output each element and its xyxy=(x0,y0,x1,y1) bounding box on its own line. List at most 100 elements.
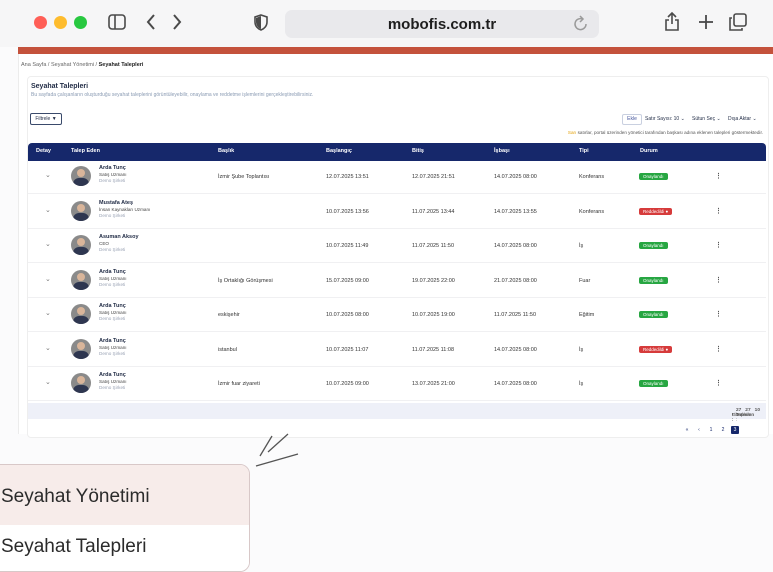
prev-page-button[interactable]: ‹ xyxy=(695,426,703,434)
first-page-button[interactable]: « xyxy=(683,426,691,434)
maximize-window-button[interactable] xyxy=(74,16,87,29)
expand-chevron-icon[interactable]: ⌄ xyxy=(45,309,51,317)
page-3-button[interactable]: 3 xyxy=(731,426,739,434)
requester-company: Demo Şirketi xyxy=(99,316,126,321)
col-requester[interactable]: Talep Eden xyxy=(71,148,100,154)
requester-role: Satış Uzmanı xyxy=(99,275,127,281)
cell-start: 15.07.2025 09:00 xyxy=(326,277,369,284)
row-actions-icon[interactable]: ⋮ xyxy=(715,276,722,284)
avatar xyxy=(71,373,91,393)
page-title: Seyahat Talepleri xyxy=(31,83,89,90)
col-return[interactable]: İşbaşı xyxy=(494,148,510,154)
requester-role: Satış Uzmanı xyxy=(99,172,127,177)
requester-name: Mustafa Ateş xyxy=(99,199,134,206)
app-content: Ana Sayfa / Seyahat Yönetimi / Seyahat T… xyxy=(18,54,773,438)
reload-icon[interactable] xyxy=(573,15,589,36)
cell-end: 11.07.2025 11:08 xyxy=(412,346,455,353)
row-actions-icon[interactable]: ⋮ xyxy=(715,379,722,387)
export-dropdown[interactable]: Dışa Aktar ⌄ xyxy=(728,116,757,122)
table-footer: Toplam : 27 Filtrelenen : 27 Gösterilen … xyxy=(28,403,766,423)
requester-role: Satış Uzmanı xyxy=(99,379,127,384)
note-text: satırlar, portal üzerinden yönetici tara… xyxy=(576,130,763,135)
new-tab-icon[interactable] xyxy=(698,14,714,33)
menu-item-travel-requests[interactable]: Seyahat Talepleri xyxy=(0,525,249,571)
browser-toolbar: mobofis.com.tr xyxy=(0,0,773,47)
filter-icon: ▼ xyxy=(51,116,57,122)
status-text: Onaylandı xyxy=(643,277,664,283)
close-window-button[interactable] xyxy=(34,16,47,29)
menu-item-label: Seyahat Yönetimi xyxy=(1,486,150,507)
table-row[interactable]: ⌄ Arda Tunç Satış Uzmanı Demo Şirketi istanb… xyxy=(28,334,766,367)
status-badge: Onaylandı xyxy=(639,242,668,249)
col-end[interactable]: Bitiş xyxy=(412,148,424,154)
avatar xyxy=(71,166,91,186)
table-row[interactable]: ⌄ Arda Tunç Satış Uzmanı Demo Şirketi İzmir … xyxy=(28,368,766,401)
breadcrumb-section[interactable]: Seyahat Yönetimi xyxy=(51,62,94,68)
filter-button[interactable]: Filtrele ▼ xyxy=(30,113,62,125)
cell-end: 19.07.2025 22:00 xyxy=(412,277,455,284)
cell-type: İş xyxy=(579,381,584,387)
status-text: Onaylandı xyxy=(643,381,664,386)
requester-name: Arda Tunç xyxy=(99,372,126,378)
expand-chevron-icon[interactable]: ⌄ xyxy=(45,240,51,248)
menu-item-label: Seyahat Talepleri xyxy=(1,536,147,557)
avatar xyxy=(71,235,91,255)
table-row[interactable]: ⌄ Arda Tunç Satış Uzmanı Demo Şirketi İş Ort… xyxy=(28,265,766,298)
cell-start: 12.07.2025 13:51 xyxy=(326,174,369,180)
table-row[interactable]: ⌄ Arda Tunç Satış Uzmanı Demo Şirketi eskişe… xyxy=(28,299,766,332)
col-detail[interactable]: Detay xyxy=(36,148,51,154)
travel-requests-card: Seyahat Talepleri Bu sayfada çalışanları… xyxy=(27,76,769,438)
sidebar-icon[interactable] xyxy=(108,14,126,33)
row-actions-icon[interactable]: ⋮ xyxy=(715,172,722,180)
col-title[interactable]: Başlık xyxy=(218,148,234,154)
page-2-button[interactable]: 2 xyxy=(719,426,727,434)
chevron-down-icon: ⌄ xyxy=(716,116,721,122)
row-actions-icon[interactable]: ⋮ xyxy=(715,241,722,249)
back-icon[interactable] xyxy=(146,13,156,34)
breadcrumb-home[interactable]: Ana Sayfa xyxy=(21,62,46,68)
row-actions-icon[interactable]: ⋮ xyxy=(715,310,722,318)
page-1-button[interactable]: 1 xyxy=(707,426,715,434)
row-actions-icon[interactable]: ⋮ xyxy=(715,207,722,215)
forward-icon[interactable] xyxy=(172,13,182,34)
col-start[interactable]: Başlangıç xyxy=(326,148,352,154)
url-text: mobofis.com.tr xyxy=(387,16,497,33)
shield-icon[interactable] xyxy=(254,14,268,34)
requester-company: Demo Şirketi xyxy=(99,281,126,287)
table-row[interactable]: ⌄ Mustafa Ateş İnsan Kaynakları Uzmanı Demo… xyxy=(28,196,766,229)
add-button[interactable]: Ekle xyxy=(622,114,642,125)
chevron-down-icon: ⌄ xyxy=(752,116,757,122)
rows-per-page-dropdown[interactable]: Satır Sayısı: 10 ⌄ xyxy=(645,116,685,122)
info-icon: ● xyxy=(665,208,669,214)
breadcrumb-current: Seyahat Talepleri xyxy=(98,62,144,68)
status-text: Reddedildi xyxy=(643,208,665,214)
address-bar[interactable]: mobofis.com.tr xyxy=(285,10,599,38)
expand-chevron-icon[interactable]: ⌄ xyxy=(45,344,51,352)
expand-chevron-icon[interactable]: ⌄ xyxy=(45,378,51,386)
cell-end: 11.07.2025 11:50 xyxy=(412,243,455,249)
cell-start: 10.07.2025 09:00 xyxy=(326,381,369,387)
tabs-overview-icon[interactable] xyxy=(729,13,747,34)
table-row[interactable]: ⌄ Asuman Aksoy CEO Demo Şirketi 10.07.2025 1… xyxy=(28,230,766,263)
cell-title: eskişehir xyxy=(218,312,240,318)
avatar xyxy=(71,304,91,324)
page-subtitle: Bu sayfada çalışanların oluşturduğu seya… xyxy=(31,92,314,98)
cell-return: 14.07.2025 08:00 xyxy=(494,174,537,180)
share-icon[interactable] xyxy=(664,11,680,34)
expand-chevron-icon[interactable]: ⌄ xyxy=(45,206,51,214)
cell-title: İzmir fuar ziyareti xyxy=(218,381,260,387)
status-badge: Reddedildi ● xyxy=(639,207,673,215)
col-type[interactable]: Tipi xyxy=(579,148,589,154)
expand-chevron-icon[interactable]: ⌄ xyxy=(45,275,51,283)
menu-item-travel-management[interactable]: Seyahat Yönetimi xyxy=(0,465,249,525)
row-actions-icon[interactable]: ⋮ xyxy=(715,345,722,353)
info-icon: ● xyxy=(665,346,669,352)
col-status[interactable]: Durum xyxy=(640,148,658,154)
export-label: Dışa Aktar xyxy=(728,116,752,122)
minimize-window-button[interactable] xyxy=(54,16,67,29)
expand-chevron-icon[interactable]: ⌄ xyxy=(45,171,51,179)
column-select-dropdown[interactable]: Sütun Seç ⌄ xyxy=(692,116,721,122)
cell-type: İş xyxy=(579,243,584,249)
table-row[interactable]: ⌄ Arda Tunç Satış Uzmanı Demo Şirketi İzmir … xyxy=(28,161,766,194)
requester-name: Arda Tunç xyxy=(99,303,126,309)
